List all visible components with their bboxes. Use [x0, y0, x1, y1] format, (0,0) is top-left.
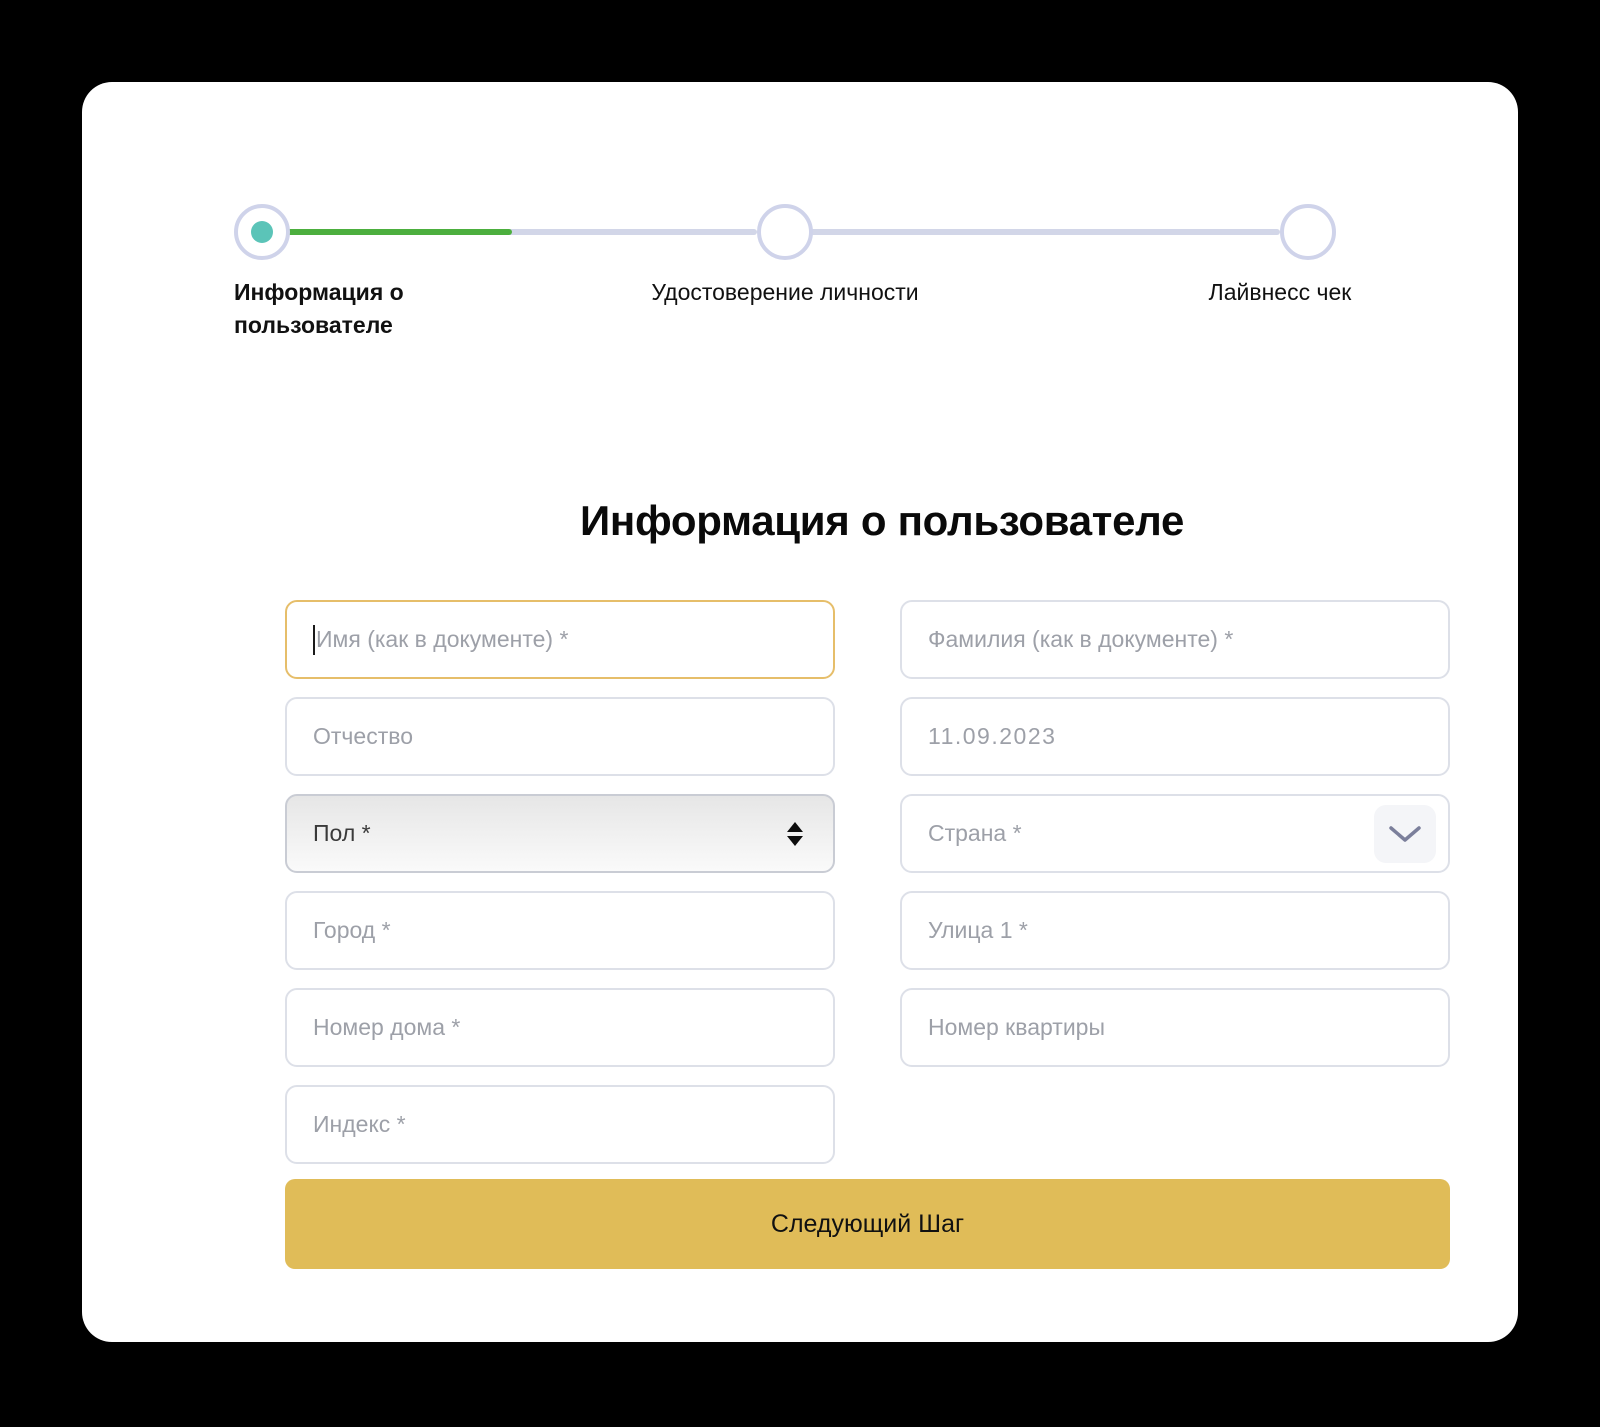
city-placeholder: Город * — [313, 917, 391, 943]
step-node-1[interactable] — [234, 204, 290, 260]
street-placeholder: Улица 1 * — [928, 917, 1028, 943]
next-step-button[interactable]: Следующий Шаг — [285, 1179, 1450, 1269]
form-row-5: Номер дома * Номер квартиры — [285, 988, 1450, 1067]
registration-card: Информация о пользователе Удостоверение … — [82, 82, 1518, 1342]
form-row-6: Индекс * — [285, 1085, 1450, 1164]
middle-name-placeholder: Отчество — [313, 723, 413, 749]
chevron-down-icon[interactable] — [1374, 804, 1436, 863]
step-label-2: Удостоверение личности — [651, 279, 919, 305]
user-information-form: Имя (как в документе) * Фамилия (как в д… — [285, 600, 1450, 1182]
country-dropdown[interactable]: Страна * — [900, 794, 1450, 873]
text-caret — [313, 624, 315, 655]
postal-code-input[interactable]: Индекс * — [285, 1085, 835, 1164]
street-input[interactable]: Улица 1 * — [900, 891, 1450, 970]
page-title: Информация о пользователе — [579, 497, 1185, 544]
postal-code-placeholder: Индекс * — [313, 1111, 406, 1137]
step-label-1: Информация о пользователе — [234, 279, 404, 339]
middle-name-input[interactable]: Отчество — [285, 697, 835, 776]
house-number-input[interactable]: Номер дома * — [285, 988, 835, 1067]
progress-stepper: Информация о пользователе Удостоверение … — [234, 204, 1351, 384]
form-row-1: Имя (как в документе) * Фамилия (как в д… — [285, 600, 1450, 679]
filled-dot-icon — [251, 221, 273, 243]
track-segment-2 — [785, 229, 1280, 235]
stepper-track — [234, 204, 1344, 260]
gender-selected-value: Пол * — [313, 820, 371, 846]
birth-date-value: 11.09.2023 — [928, 723, 1057, 749]
step-node-3[interactable] — [1280, 204, 1336, 260]
track-progress-fill — [262, 229, 512, 235]
city-input[interactable]: Город * — [285, 891, 835, 970]
birth-date-input[interactable]: 11.09.2023 — [900, 697, 1450, 776]
select-arrows-icon — [787, 821, 803, 846]
row-spacer — [900, 1085, 1450, 1164]
country-placeholder: Страна * — [928, 820, 1022, 846]
gender-select[interactable]: Пол * — [285, 794, 835, 873]
last-name-placeholder: Фамилия (как в документе) * — [928, 626, 1234, 652]
step-label-3: Лайвнесс чек — [1208, 279, 1352, 305]
first-name-input[interactable]: Имя (как в документе) * — [285, 600, 835, 679]
apartment-number-input[interactable]: Номер квартиры — [900, 988, 1450, 1067]
form-row-3: Пол * Страна * — [285, 794, 1450, 873]
house-number-placeholder: Номер дома * — [313, 1014, 461, 1040]
apartment-number-placeholder: Номер квартиры — [928, 1014, 1105, 1040]
step-node-2[interactable] — [757, 204, 813, 260]
last-name-input[interactable]: Фамилия (как в документе) * — [900, 600, 1450, 679]
form-row-2: Отчество 11.09.2023 — [285, 697, 1450, 776]
form-row-4: Город * Улица 1 * — [285, 891, 1450, 970]
first-name-placeholder: Имя (как в документе) * — [316, 626, 569, 652]
